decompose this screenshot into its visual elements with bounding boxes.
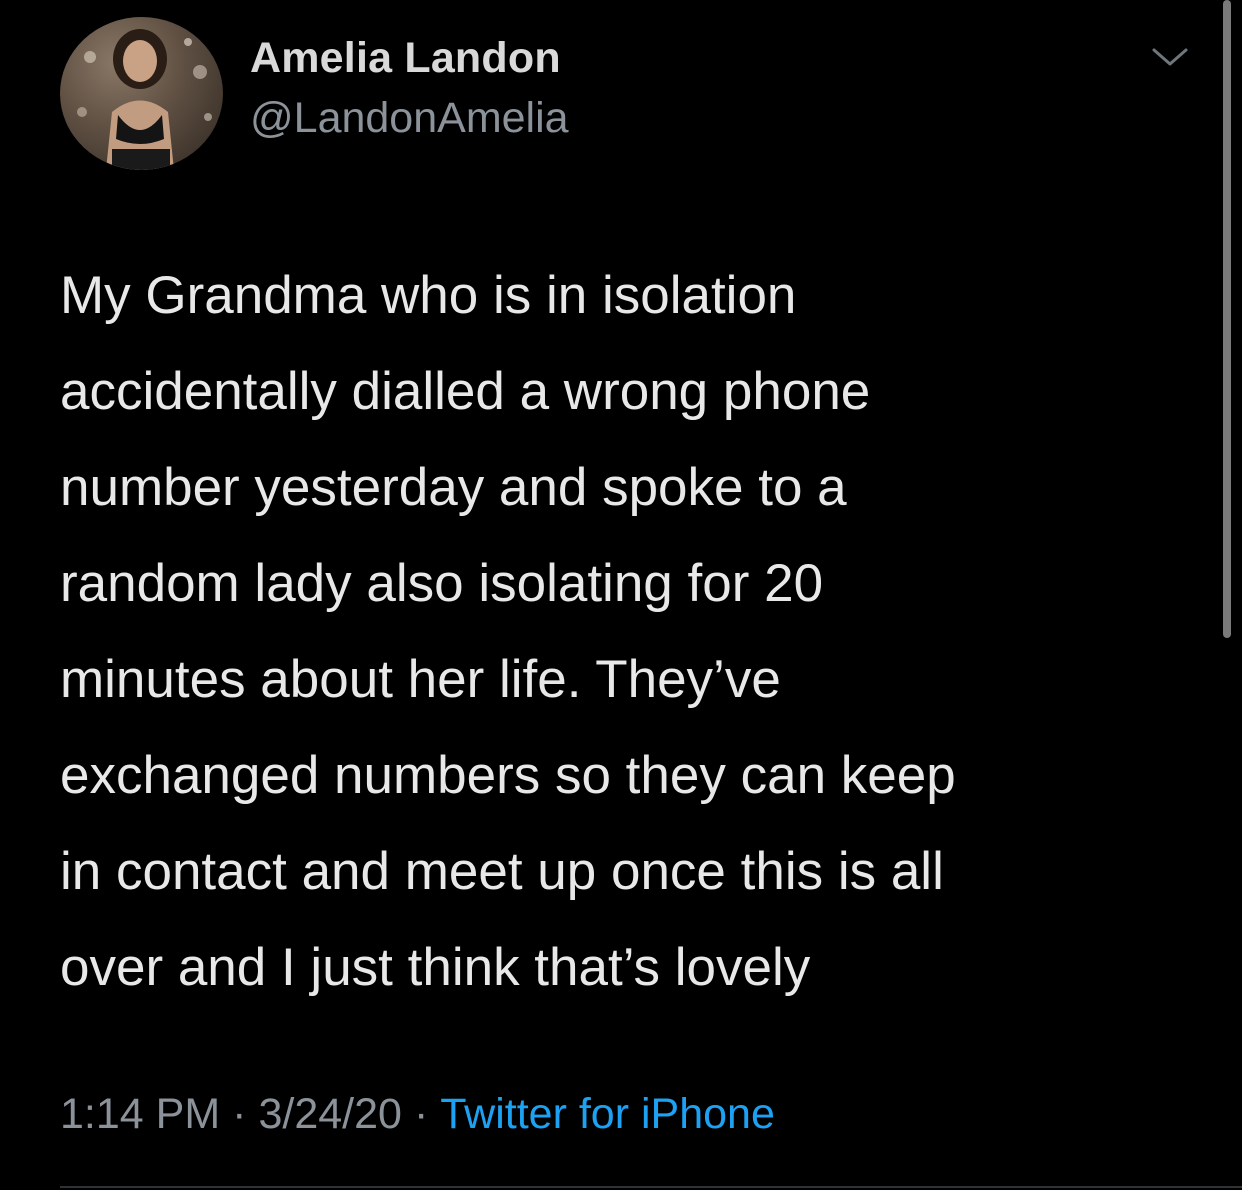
display-name[interactable]: Amelia Landon xyxy=(250,34,561,83)
scrollbar[interactable] xyxy=(1223,0,1231,638)
separator-dot: · xyxy=(413,1090,429,1138)
tweet-metadata: 1:14 PM · 3/24/20 · Twitter for iPhone xyxy=(60,1090,775,1139)
tweet-source-link[interactable]: Twitter for iPhone xyxy=(440,1090,775,1138)
separator-dot: · xyxy=(232,1090,247,1138)
tweet-time[interactable]: 1:14 PM xyxy=(60,1090,220,1138)
user-handle[interactable]: @LandonAmelia xyxy=(250,94,569,143)
tweet-date[interactable]: 3/24/20 xyxy=(258,1090,401,1138)
divider xyxy=(60,1186,1242,1188)
tweet: Amelia Landon @LandonAmelia My Grandma w… xyxy=(0,0,1242,1190)
tweet-text: My Grandma who is in isolation accidenta… xyxy=(60,266,956,997)
profile-photo xyxy=(77,29,212,170)
avatar[interactable] xyxy=(60,17,223,170)
chevron-down-icon[interactable] xyxy=(1150,42,1190,72)
